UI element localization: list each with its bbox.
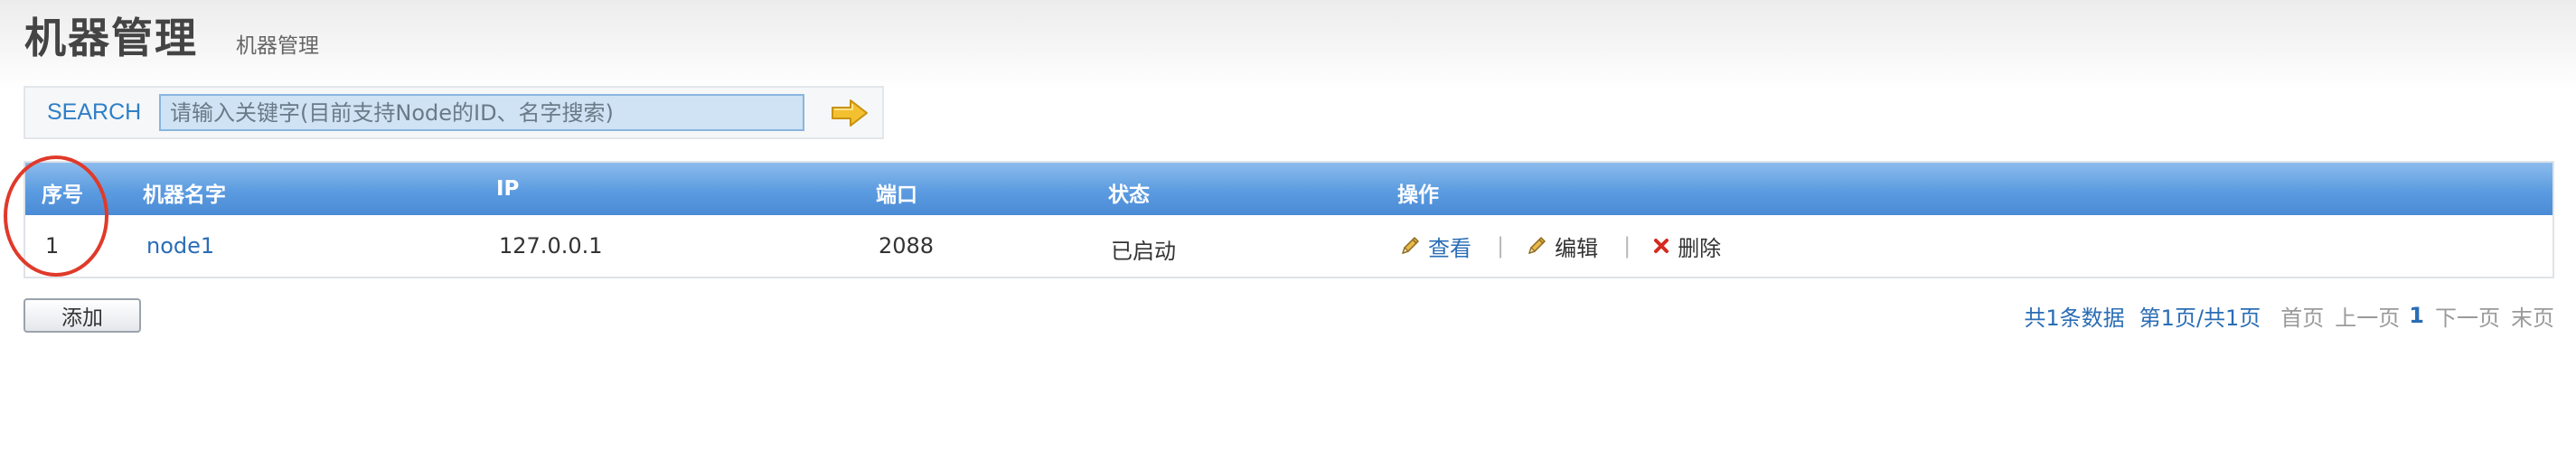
- cell-port: 2088: [879, 233, 935, 259]
- close-icon: [1652, 237, 1670, 255]
- delete-button[interactable]: 删除: [1652, 230, 1721, 262]
- edit-button[interactable]: 编辑: [1526, 230, 1598, 262]
- pagination-total: 共1条数据: [2024, 305, 2125, 331]
- breadcrumb: 机器管理: [236, 34, 319, 58]
- current-page[interactable]: 1: [2409, 303, 2424, 328]
- pagination-page-info: 第1页/共1页: [2139, 305, 2261, 331]
- cell-name-link[interactable]: node1: [146, 233, 214, 259]
- action-separator: |: [1623, 233, 1631, 259]
- machine-table: 序号 机器名字 IP 端口 状态 操作 1 node1 127.0.0.1 20…: [24, 161, 2554, 278]
- table-row: 1 node1 127.0.0.1 2088 已启动 查看 | 编辑 | 删除: [25, 215, 2552, 277]
- cell-index: 1: [45, 233, 60, 259]
- column-header-name: 机器名字: [143, 183, 226, 207]
- cell-status: 已启动: [1111, 239, 1176, 264]
- page-title: 机器管理: [24, 14, 198, 62]
- pencil-icon: [1399, 235, 1421, 257]
- column-header-ip: IP: [496, 177, 520, 201]
- add-button[interactable]: 添加: [24, 298, 141, 333]
- last-page-link[interactable]: 末页: [2511, 300, 2554, 332]
- arrow-right-icon: [832, 99, 868, 127]
- action-separator: |: [1497, 233, 1505, 259]
- pagination: 共1条数据 第1页/共1页 首页 上一页 1 下一页 末页: [2024, 299, 2554, 332]
- search-bar: SEARCH: [24, 86, 884, 139]
- delete-label: 删除: [1678, 235, 1722, 261]
- search-submit-button[interactable]: [830, 95, 870, 131]
- next-page-link[interactable]: 下一页: [2435, 300, 2500, 332]
- column-header-actions: 操作: [1397, 183, 1439, 207]
- view-button[interactable]: 查看: [1399, 230, 1471, 262]
- page-header: 机器管理 机器管理: [24, 5, 319, 69]
- column-header-port: 端口: [876, 183, 917, 207]
- page: 机器管理 机器管理 SEARCH 序号 机器名字 IP 端口 状态 操作 1 n…: [0, 0, 2576, 461]
- search-label: SEARCH: [47, 99, 142, 125]
- cell-ip: 127.0.0.1: [499, 233, 603, 259]
- row-actions: 查看 | 编辑 | 删除: [1399, 228, 1721, 264]
- view-label: 查看: [1428, 235, 1471, 261]
- prev-page-link[interactable]: 上一页: [2335, 300, 2400, 332]
- pencil-icon: [1526, 235, 1547, 257]
- edit-label: 编辑: [1555, 235, 1599, 261]
- column-header-index: 序号: [42, 183, 83, 207]
- column-header-status: 状态: [1108, 183, 1150, 207]
- search-input[interactable]: [159, 94, 804, 131]
- first-page-link[interactable]: 首页: [2280, 300, 2324, 332]
- table-header: 序号 机器名字 IP 端口 状态 操作: [25, 163, 2552, 215]
